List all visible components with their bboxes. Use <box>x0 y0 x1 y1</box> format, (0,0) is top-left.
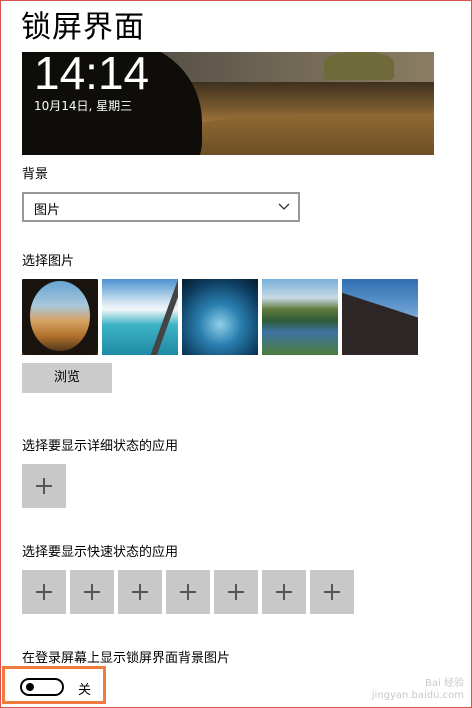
watermark-url: jingyan.baidu.com <box>371 690 464 701</box>
add-quick-status-app-button-3[interactable] <box>118 570 162 614</box>
background-select[interactable]: 图片 <box>22 192 300 222</box>
watermark-brand: Bai 经验 <box>425 678 464 689</box>
preview-sand <box>172 114 434 155</box>
detailed-status-label: 选择要显示详细状态的应用 <box>22 439 179 454</box>
page-title: 锁屏界面 <box>21 10 145 45</box>
add-detailed-status-app-button[interactable] <box>22 464 66 508</box>
background-label: 背景 <box>22 167 49 182</box>
browse-button[interactable]: 浏览 <box>22 363 112 393</box>
preview-date: 10月14日, 星期三 <box>34 99 133 113</box>
preview-clock: 14:14 <box>34 52 150 99</box>
choose-picture-label: 选择图片 <box>22 254 75 269</box>
add-quick-status-app-button-7[interactable] <box>310 570 354 614</box>
toggle-knob <box>26 683 34 691</box>
signin-background-toggle[interactable] <box>20 678 64 696</box>
add-quick-status-app-button-6[interactable] <box>262 570 306 614</box>
quick-status-label: 选择要显示快速状态的应用 <box>22 545 179 560</box>
add-quick-status-app-button-4[interactable] <box>166 570 210 614</box>
lock-screen-preview: 14:14 10月14日, 星期三 <box>22 52 434 155</box>
picture-thumbnail-5[interactable] <box>342 279 418 355</box>
background-select-value: 图片 <box>34 203 61 218</box>
picture-thumbnail-3[interactable] <box>182 279 258 355</box>
add-quick-status-app-button-5[interactable] <box>214 570 258 614</box>
watermark: Bai 经验 jingyan.baidu.com <box>372 678 464 702</box>
add-quick-status-app-button-1[interactable] <box>22 570 66 614</box>
preview-rock <box>324 52 394 80</box>
picture-thumbnail-2[interactable] <box>102 279 178 355</box>
add-quick-status-app-button-2[interactable] <box>70 570 114 614</box>
toggle-state-label: 关 <box>78 683 92 698</box>
chevron-down-icon <box>278 203 290 210</box>
picture-thumbnail-4[interactable] <box>262 279 338 355</box>
picture-thumbnail-1[interactable] <box>22 279 98 355</box>
